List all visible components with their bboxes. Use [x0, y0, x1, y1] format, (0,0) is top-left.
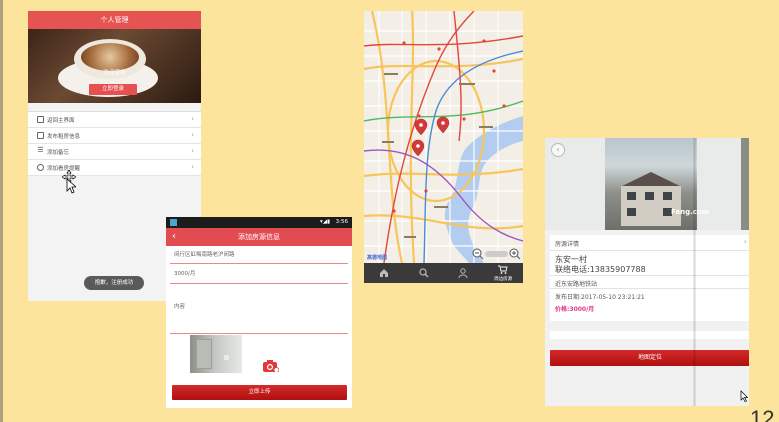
- arrow-cursor-icon: [66, 178, 76, 194]
- toast-message: 抱歉，注册成功: [84, 276, 144, 290]
- map-screen: 高德地图 周边房源: [364, 11, 523, 283]
- status-bar: ▾◢▮ 3:56: [166, 217, 352, 228]
- house-detail-screen: Fang.com ‹ 房源详情 › 东安一村 联络电话:13835907788 …: [545, 138, 749, 406]
- content-field[interactable]: 内容: [170, 284, 348, 334]
- chevron-right-icon[interactable]: ›: [744, 237, 747, 246]
- photo-socket: [224, 355, 229, 360]
- price-text: 价格:3000/月: [555, 306, 595, 313]
- arrow-cursor-icon: [740, 390, 748, 402]
- menu-item-label: 返回主界面: [47, 117, 75, 124]
- edit-icon: [37, 132, 44, 139]
- map-view[interactable]: [364, 11, 523, 263]
- back-button[interactable]: ‹: [551, 143, 565, 157]
- back-arrow-icon[interactable]: ‹: [172, 228, 176, 246]
- map-brand-logo: 高德地图: [367, 255, 388, 261]
- zoom-slider[interactable]: [485, 251, 508, 257]
- nearby-info: 近东安路地铁站: [555, 281, 598, 288]
- menu-item-home[interactable]: 返回主界面 ›: [28, 112, 201, 128]
- zoom-out-icon[interactable]: [471, 248, 485, 260]
- login-button[interactable]: 立即登录: [89, 84, 137, 95]
- clock-icon: [37, 164, 44, 171]
- signal-icon: ▾◢▮: [319, 219, 330, 225]
- page-title: 添加房源信息: [238, 233, 280, 241]
- chevron-right-icon: ›: [191, 147, 194, 155]
- add-house-screen: ▾◢▮ 3:56 ‹ 添加房源信息 闵行区虹梅南路老沪闵路 3000/月 内容 …: [166, 217, 352, 408]
- tab-profile[interactable]: [444, 263, 484, 283]
- menu-item-reminder[interactable]: 添加看房提醒 ›: [28, 160, 201, 176]
- camera-icon[interactable]: [263, 360, 279, 372]
- house-roof: [622, 172, 680, 186]
- bottom-tab-bar: 周边房源: [364, 263, 523, 283]
- page-title-bar: ‹ 添加房源信息: [166, 228, 352, 246]
- detail-card: 房源详情 › 东安一村 联络电话:13835907788 近东安路地铁站 发布日…: [550, 235, 749, 321]
- house-image: Fang.com: [605, 138, 709, 230]
- upload-button[interactable]: 立即上传: [172, 385, 347, 400]
- price-field[interactable]: 3000/月: [170, 264, 348, 284]
- coffee-banner: 欢迎使用 立即登录: [28, 29, 201, 103]
- person-icon: [458, 268, 468, 278]
- cart-icon: [498, 265, 508, 274]
- map-locate-button[interactable]: 地图定位: [550, 350, 749, 366]
- section-title: 房源详情: [555, 241, 580, 248]
- menu-item-publish[interactable]: 发布租房信息 ›: [28, 128, 201, 144]
- welcome-text: 欢迎使用: [103, 70, 126, 76]
- coffee-image: [81, 43, 139, 71]
- menu-item-label: 添加备忘: [47, 149, 70, 156]
- house-window: [627, 192, 636, 200]
- status-time: 3:56: [335, 219, 348, 225]
- house-photo: Fang.com: [545, 138, 749, 230]
- chevron-left-icon: ‹: [556, 145, 560, 154]
- menu-list: 返回主界面 › 发布租房信息 › ☰ 添加备忘 › 添加看房提醒 ›: [28, 111, 201, 176]
- empty-row: [550, 331, 749, 339]
- publish-date: 发布日期:2017-05-10 23:21:21: [555, 294, 645, 301]
- divider: [550, 250, 749, 251]
- divider: [550, 288, 749, 289]
- contact-phone: 联络电话:13835907788: [555, 265, 646, 274]
- app-icon: [170, 219, 177, 226]
- page-title: 个人管理: [28, 11, 201, 29]
- photo-watermark: Fang.com: [671, 208, 710, 216]
- list-icon: ☰: [37, 146, 44, 154]
- home-icon: [37, 116, 44, 123]
- divider: [550, 275, 749, 276]
- tab-home[interactable]: [364, 263, 404, 283]
- search-icon: [419, 268, 429, 278]
- tab-nearby[interactable]: 周边房源: [483, 263, 523, 283]
- menu-item-memo[interactable]: ☰ 添加备忘 ›: [28, 144, 201, 160]
- menu-item-label: 发布租房信息: [47, 133, 81, 140]
- page-fold-shadow: [693, 138, 696, 406]
- tab-label: 周边房源: [494, 276, 513, 282]
- next-photo-edge: [741, 138, 749, 230]
- slide-number: 12: [750, 406, 775, 422]
- photo-door: [196, 339, 212, 369]
- home-icon: [379, 269, 388, 277]
- slide-left-edge: [0, 0, 3, 422]
- house-window: [663, 192, 672, 200]
- uploaded-photo: [190, 335, 242, 373]
- chevron-right-icon: ›: [191, 163, 194, 171]
- zoom-in-icon[interactable]: [508, 248, 522, 260]
- address-field[interactable]: 闵行区虹梅南路老沪闵路: [170, 246, 348, 264]
- house-window: [627, 208, 636, 216]
- chevron-right-icon: ›: [191, 131, 194, 139]
- chevron-right-icon: ›: [191, 115, 194, 123]
- house-window: [645, 192, 654, 200]
- tab-search[interactable]: [404, 263, 444, 283]
